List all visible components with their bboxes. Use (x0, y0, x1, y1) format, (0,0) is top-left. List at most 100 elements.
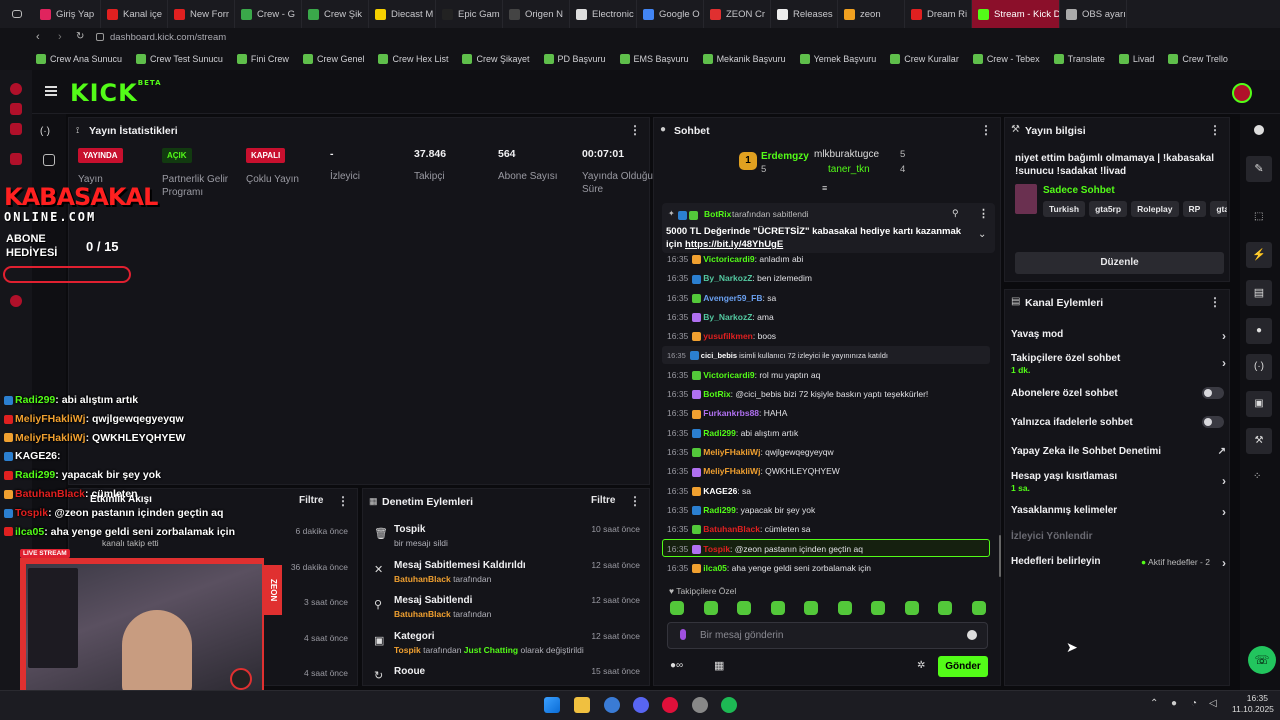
browser-tab[interactable]: OBS ayarı (1060, 0, 1127, 28)
sidebar-app-icon[interactable] (10, 123, 22, 135)
chat-message[interactable]: 16:35 MeliyFHakliWj: QWKHLEYQHYEW (667, 466, 840, 477)
share-icon[interactable]: ⁘ (1253, 471, 1261, 482)
bookmark[interactable]: Crew Test Sunucu (136, 54, 223, 64)
chat-username[interactable]: Furkankrbs88 (703, 408, 759, 418)
chat-filter-icon[interactable]: ≡ (822, 183, 827, 193)
menu-icon[interactable] (45, 86, 57, 96)
chat-username[interactable]: BatuhanBlack (703, 524, 760, 534)
emote-icon[interactable] (804, 601, 818, 615)
tab-menu-icon[interactable] (0, 0, 34, 28)
info-menu-icon[interactable]: ⋮ (1209, 123, 1221, 137)
file-explorer-icon[interactable] (574, 697, 590, 713)
emote-icon[interactable] (670, 601, 684, 615)
volume-icon[interactable]: ◁ (1209, 698, 1217, 709)
edit-button[interactable]: Düzenle (1015, 252, 1224, 274)
stats-menu-icon[interactable]: ⋮ (629, 123, 641, 137)
windows-start-icon[interactable] (544, 697, 560, 713)
layout-icon[interactable]: ▣ (1246, 391, 1272, 417)
edit-icon[interactable]: ✎ (1246, 156, 1272, 182)
bookmark[interactable]: Mekanik Başvuru (702, 54, 786, 64)
sidebar-app-icon[interactable] (10, 153, 22, 165)
browser-tab[interactable]: Epic Gam (436, 0, 503, 28)
chat-username[interactable]: yusufilkmen (703, 331, 753, 341)
gift-icon[interactable]: ▦ (714, 659, 724, 672)
document-icon[interactable]: ▤ (1246, 280, 1272, 306)
channel-menu-icon[interactable]: ⋮ (1209, 295, 1221, 309)
chat-message[interactable]: 16:35 Radi299: abi alıştım artık (667, 428, 798, 438)
chat-username[interactable]: Victoricardi9 (703, 370, 754, 380)
bookmark[interactable]: Crew Ana Sunucu (36, 54, 122, 64)
opera-icon[interactable] (10, 83, 22, 95)
channel-action-row[interactable]: Yasaklanmış kelimeler › (1011, 505, 1226, 519)
broadcast-icon[interactable]: (·) (1246, 354, 1272, 380)
chat-username[interactable]: Radi299 (703, 505, 736, 515)
chat-message[interactable]: 16:35 Tospik: @zeon pastanın içinden geçt… (667, 544, 863, 554)
mod-action-row[interactable]: ▣ Kategori Tospik tarafından Just Chatting… (372, 631, 652, 655)
chat-message[interactable]: 16:35 Furkankrbs88: HAHA (667, 408, 787, 419)
chat-username[interactable]: BotRix (703, 389, 730, 399)
chat-username[interactable]: MeliyFHakliWj (703, 447, 760, 457)
bookmark[interactable]: PD Başvuru (543, 54, 606, 64)
emote-icon[interactable] (871, 601, 885, 615)
emote-icon[interactable] (737, 601, 751, 615)
browser-tab[interactable]: Google O (637, 0, 704, 28)
lightning-icon[interactable]: ⚡ (1246, 242, 1272, 268)
chat-message[interactable]: 16:35 BatuhanBlack: cümleten sa (667, 524, 811, 535)
steam-icon[interactable] (692, 697, 708, 713)
chat-menu-icon[interactable]: ⋮ (980, 123, 992, 137)
emote-icon[interactable] (770, 601, 785, 615)
mod-action-row[interactable]: ✕ Mesaj Sabitlemesi Kaldırıldı BatuhanBlac… (372, 560, 652, 584)
chat-username[interactable]: ilca05 (703, 563, 727, 573)
emote-icon[interactable] (703, 601, 718, 615)
dashboard-icon[interactable] (43, 154, 55, 166)
chat-username[interactable]: MeliyFHakliWj (703, 466, 760, 476)
mic-icon[interactable] (680, 629, 686, 640)
browser-tab[interactable]: zeon (838, 0, 905, 28)
bookmark[interactable]: Fini Crew (236, 54, 289, 64)
channel-action-row[interactable]: Yapay Zeka ile Sohbet Denetimi ↗ (1011, 446, 1226, 457)
browser-tab[interactable]: Origen N (503, 0, 570, 28)
bookmark[interactable]: Crew - Tebex (972, 54, 1040, 64)
chat-username[interactable]: KAGE26 (703, 486, 737, 496)
chat-message[interactable]: 16:35 MeliyFHakliWj: qwjlgewqegyeyqw (667, 447, 834, 458)
chevron-down-icon[interactable]: ⌄ (978, 229, 986, 240)
browser-tab[interactable]: Stream - Kick Das (972, 0, 1060, 28)
emote-icon[interactable] (837, 601, 852, 615)
browser-tab[interactable]: New Forr (168, 0, 235, 28)
tag[interactable]: Turkish (1043, 201, 1086, 217)
mod-filter-button[interactable]: Filtre (591, 495, 615, 506)
chat-message[interactable]: 16:35 By_NarkozZ: ama (667, 312, 774, 323)
emote-icon[interactable] (904, 601, 919, 615)
toggle-switch[interactable] (1202, 416, 1224, 428)
chat-message[interactable]: 16:35 yusufilkmen: boos (667, 331, 776, 342)
tag[interactable]: RP (1182, 201, 1207, 217)
browser-tab[interactable]: Diecast M (369, 0, 436, 28)
back-icon[interactable]: ‹ (36, 31, 40, 43)
gear-icon[interactable]: ✲ (917, 660, 925, 671)
bookmark[interactable]: Livad (1118, 54, 1154, 64)
browser-tab[interactable]: Releases (771, 0, 838, 28)
chat-message[interactable]: 16:35 Avenger59_FB: sa (667, 293, 776, 303)
app-icon[interactable] (604, 697, 620, 713)
browser-tab[interactable]: Crew - G (235, 0, 302, 28)
network-icon[interactable]: ◔ (1191, 698, 1197, 709)
channel-action-row[interactable]: Yalnızca ifadelerle sohbet (1011, 416, 1226, 428)
clock[interactable]: 16:35 11.10.2025 (1232, 693, 1274, 715)
forward-icon[interactable]: › (58, 31, 62, 43)
channel-action-row[interactable]: Yavaş mod › (1011, 329, 1226, 343)
channel-action-row[interactable]: Takipçilere özel sohbet 1 dk. › (1011, 353, 1226, 375)
info-icon[interactable] (1254, 125, 1264, 135)
mod-action-row[interactable]: ⚲ Mesaj Sabitlendi BatuhanBlack tarafından… (372, 595, 652, 619)
mod-action-row[interactable]: 🗑 Tospik bir mesajı sildi 10 saat önce (372, 524, 652, 548)
spotify-icon[interactable] (721, 697, 737, 713)
url-field[interactable]: dashboard.kick.com/stream (110, 32, 226, 43)
settings-icon[interactable] (10, 295, 22, 307)
toggle-switch[interactable] (1202, 387, 1224, 399)
chat-tools-icon[interactable]: ●∞ (670, 660, 683, 671)
emote-icon[interactable] (938, 601, 952, 615)
chat-username[interactable]: By_NarkozZ (703, 312, 752, 322)
support-icon[interactable]: ☏ (1248, 646, 1276, 674)
activity-filter-button[interactable]: Filtre (299, 495, 323, 506)
chat-scrollbar[interactable] (999, 535, 1001, 577)
chat-message[interactable]: 16:35 cici_bebis isimli kullanıcı 72 izle… (667, 351, 888, 361)
